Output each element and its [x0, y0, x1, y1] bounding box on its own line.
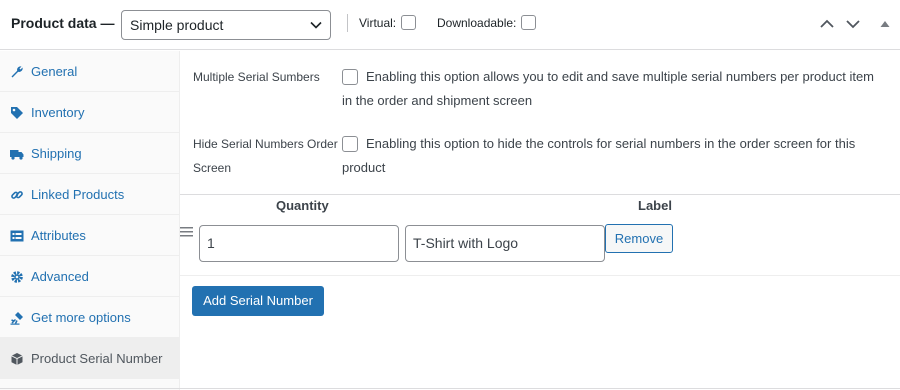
tab-label: General [31, 64, 78, 79]
tab-general[interactable]: General [0, 51, 180, 92]
hide-serials-desc-line1: Enabling this option to hide the control… [366, 136, 856, 151]
tab-label: Linked Products [31, 187, 125, 202]
product-type-value: Simple product [130, 17, 224, 33]
collapse-triangle-icon[interactable] [876, 15, 894, 33]
chevron-down-icon[interactable] [844, 15, 862, 33]
link-icon [11, 191, 23, 199]
downloadable-checkbox[interactable] [521, 15, 536, 30]
tab-label: Advanced [31, 269, 89, 284]
quantity-input[interactable]: 1 [199, 225, 399, 262]
virtual-label: Virtual: [359, 16, 397, 30]
quantity-column-header: Quantity [276, 198, 329, 213]
add-serial-number-button[interactable]: Add Serial Number [192, 286, 324, 316]
product-type-select[interactable]: Simple product [121, 10, 331, 40]
panel-bottom-border [0, 388, 900, 389]
plugin-icon [10, 312, 23, 325]
divider [180, 194, 900, 195]
product-data-header: Product data — Simple product Virtual: D… [0, 0, 900, 50]
multiple-serials-desc-line1: Enabling this option allows you to edit … [366, 69, 874, 84]
row-divider [180, 275, 900, 276]
multiple-serials-desc-line2: in the order and shipment screen [342, 93, 533, 108]
truck-icon [10, 150, 24, 160]
wrench-icon [11, 66, 23, 78]
chevron-up-icon[interactable] [818, 15, 836, 33]
gear-icon [11, 271, 23, 283]
tab-get-more-options[interactable]: Get more options [0, 297, 180, 338]
tab-label: Product Serial Number [31, 351, 163, 366]
multiple-serials-label: Multiple Serial Sumbers [193, 70, 320, 84]
tab-advanced[interactable]: Advanced [0, 256, 180, 297]
list-icon [10, 230, 24, 242]
product-data-title: Product data — [11, 15, 115, 31]
tab-inventory[interactable]: Inventory [0, 92, 180, 133]
tab-label: Attributes [31, 228, 86, 243]
label-input[interactable]: T-Shirt with Logo [405, 225, 605, 262]
downloadable-label: Downloadable: [437, 16, 517, 30]
header-divider [347, 14, 348, 32]
tab-shipping[interactable]: Shipping [0, 133, 180, 174]
tab-attributes[interactable]: Attributes [0, 215, 180, 256]
tab-label: Get more options [31, 310, 131, 325]
box-icon [11, 353, 23, 365]
tag-icon [11, 107, 23, 119]
drag-handle-icon[interactable] [180, 226, 193, 238]
label-column-header: Label [638, 198, 672, 213]
virtual-checkbox[interactable] [401, 15, 416, 30]
hide-serials-label-line2: Screen [193, 161, 232, 175]
remove-button[interactable]: Remove [605, 224, 673, 253]
chevron-down-icon [310, 21, 322, 29]
product-data-tabs: General Inventory Shipping Linked Produc… [0, 51, 180, 390]
serial-number-panel: Multiple Serial Sumbers Enabling this op… [180, 51, 900, 390]
tab-linked-products[interactable]: Linked Products [0, 174, 180, 215]
tab-label: Shipping [31, 146, 82, 161]
hide-serials-label-line1: Hide Serial Numbers Order [193, 137, 338, 151]
tab-label: Inventory [31, 105, 85, 120]
hide-serials-desc-line2: product [342, 160, 386, 175]
tab-product-serial-number[interactable]: Product Serial Number [0, 338, 180, 379]
